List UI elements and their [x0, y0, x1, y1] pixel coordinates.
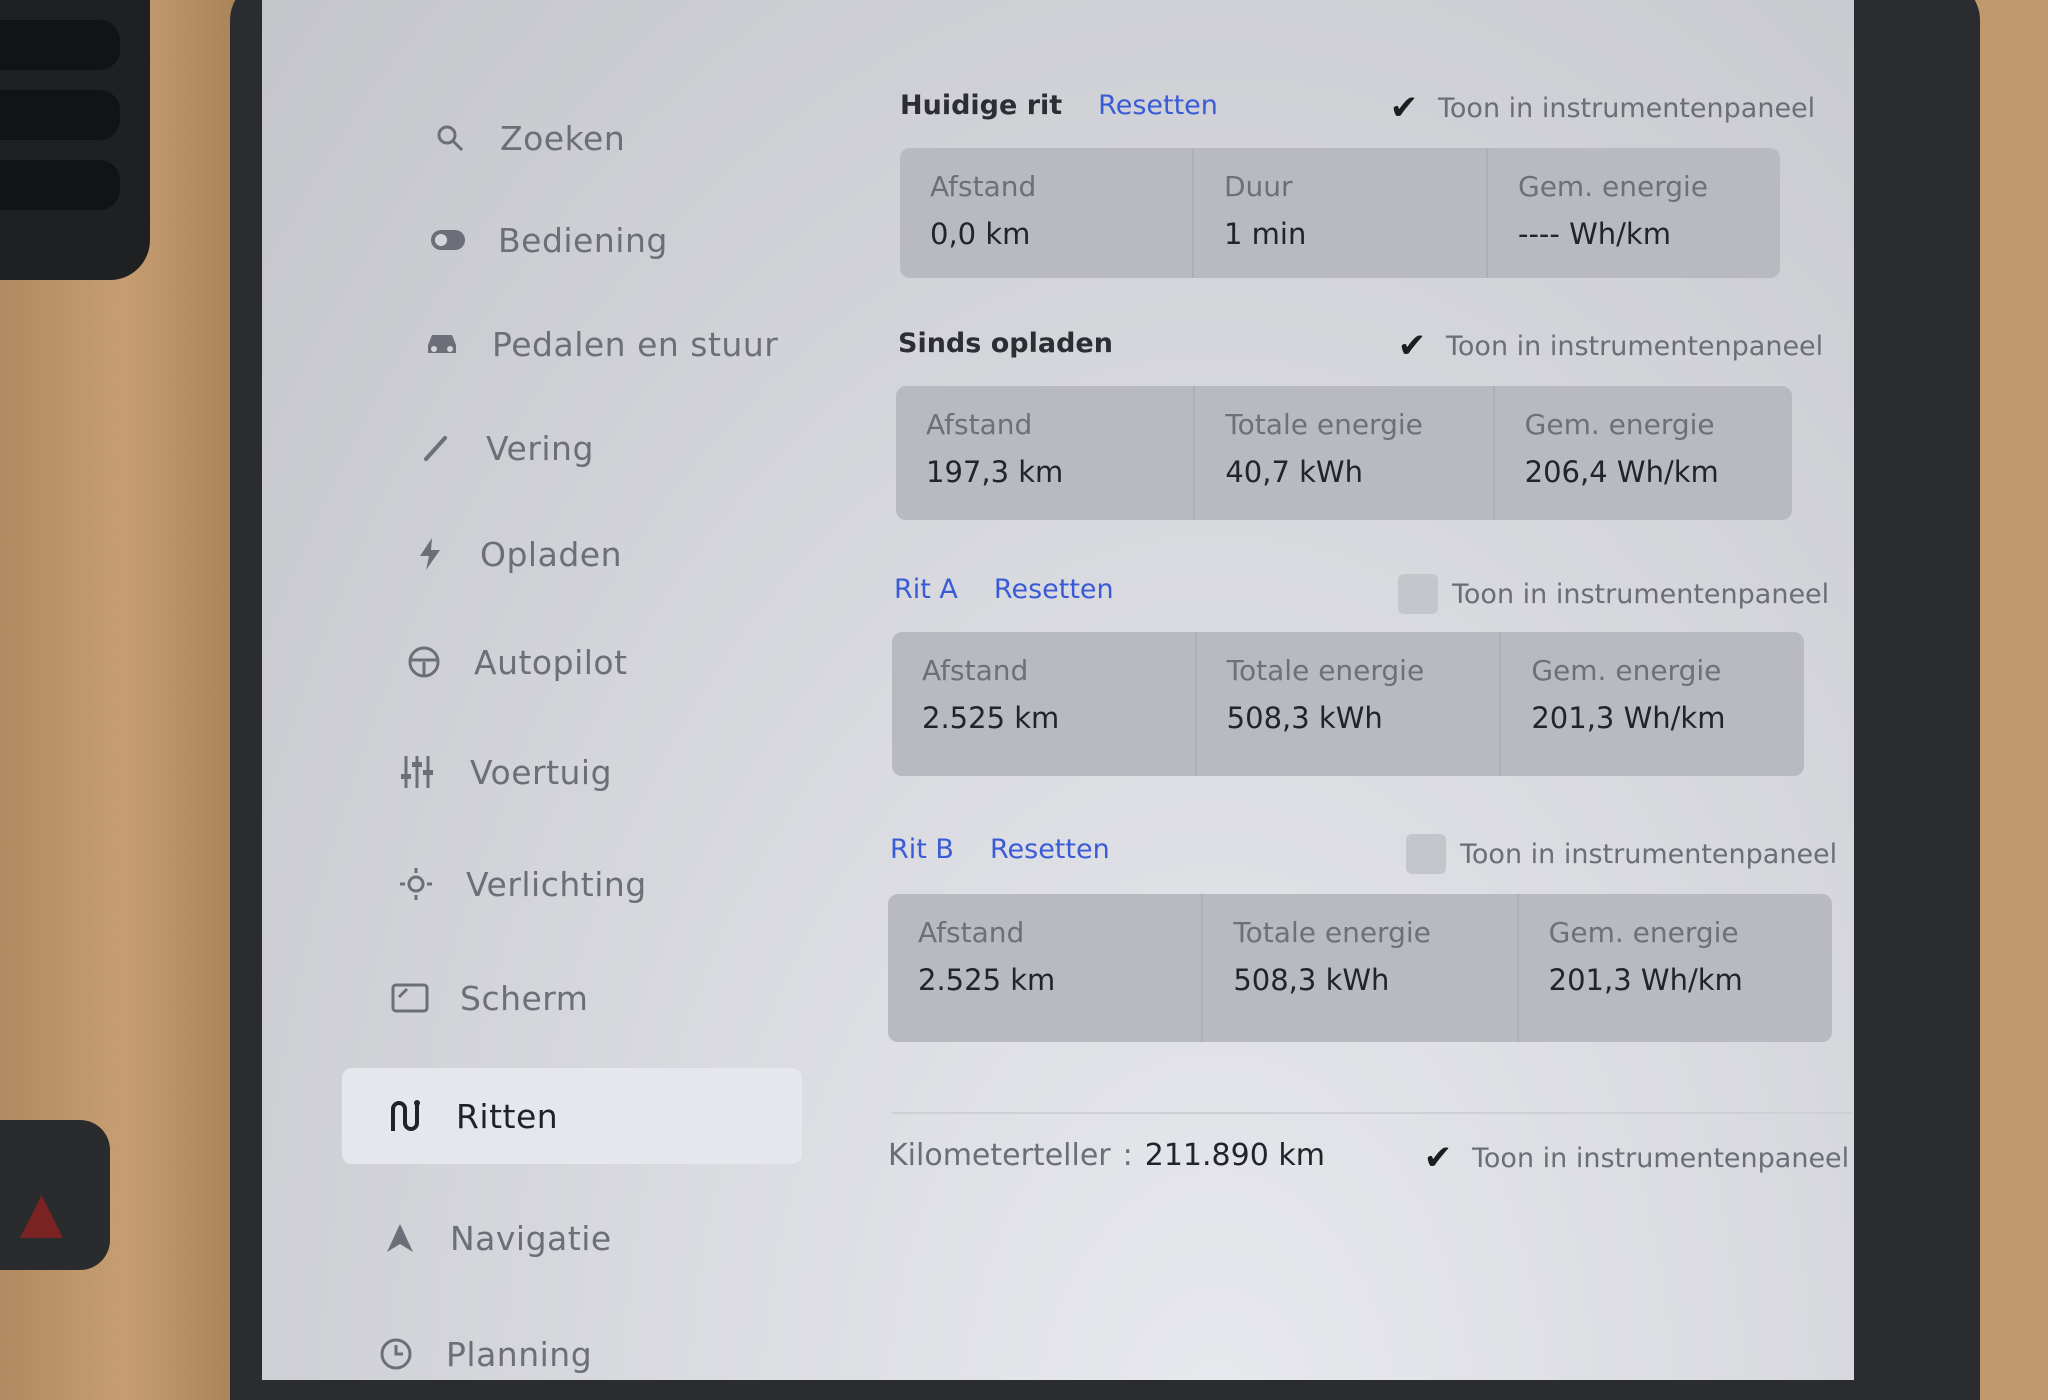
- stat-label: Gem. energie: [1548, 916, 1739, 949]
- odometer-separator: :: [1122, 1138, 1133, 1173]
- divider: [892, 1112, 1852, 1114]
- toggle-trip-b[interactable]: Toon in instrumentenpaneel: [1406, 834, 1837, 874]
- trip-a-card: Afstand 2.525 km Totale energie 508,3 kW…: [892, 632, 1804, 776]
- toggle-current-trip[interactable]: ✔ Toon in instrumentenpaneel: [1384, 88, 1815, 128]
- section-title: Rit B: [890, 834, 954, 865]
- section-title: Sinds opladen: [898, 328, 1113, 359]
- stat-label: Duur: [1224, 170, 1293, 203]
- stat-value: 201,3 Wh/km: [1531, 701, 1726, 735]
- stat-value: 508,3 kWh: [1226, 701, 1383, 735]
- stat-label: Gem. energie: [1531, 654, 1722, 687]
- toggle-odometer[interactable]: ✔ Toon in instrumentenpaneel: [1418, 1138, 1849, 1178]
- stat-cell: Totale energie 508,3 kWh: [1203, 894, 1519, 1042]
- stat-value: 206,4 Wh/km: [1524, 455, 1719, 489]
- stat-label: Gem. energie: [1518, 170, 1708, 203]
- stat-label: Totale energie: [1233, 916, 1431, 949]
- section-header-since-charge: Sinds opladen: [898, 328, 1113, 359]
- touchscreen: Zoeken Bediening Pedalen en stuur Vering: [262, 0, 1854, 1380]
- hazard-icon: ▲: [20, 1180, 64, 1245]
- hazard-button[interactable]: ▲: [0, 1120, 110, 1270]
- reset-trip-b-button[interactable]: Resetten: [990, 834, 1110, 865]
- reset-current-trip-button[interactable]: Resetten: [1098, 90, 1218, 121]
- trips-panel: Huidige rit Resetten ✔ Toon in instrumen…: [262, 0, 1854, 1380]
- stat-value: 2.525 km: [922, 701, 1060, 735]
- stat-label: Afstand: [926, 408, 1033, 441]
- stat-value: 0,0 km: [930, 217, 1031, 251]
- stat-label: Gem. energie: [1524, 408, 1715, 441]
- section-title: Rit A: [894, 574, 958, 605]
- section-header-trip-b: Rit B Resetten: [890, 834, 1110, 865]
- stat-cell: Duur 1 min: [1194, 148, 1488, 278]
- stat-value: 508,3 kWh: [1233, 963, 1390, 997]
- checkbox-unchecked-icon[interactable]: [1398, 574, 1438, 614]
- stat-cell: Totale energie 40,7 kWh: [1195, 386, 1495, 520]
- air-vent: [0, 0, 150, 280]
- stat-value: 1 min: [1224, 217, 1307, 251]
- stat-cell: Gem. energie 201,3 Wh/km: [1501, 632, 1804, 776]
- checkbox-checked-icon[interactable]: ✔: [1392, 326, 1432, 366]
- stat-cell: Gem. energie 201,3 Wh/km: [1519, 894, 1832, 1042]
- stat-value: 2.525 km: [918, 963, 1056, 997]
- odometer-value: 211.890 km: [1144, 1138, 1325, 1173]
- section-title: Huidige rit: [900, 90, 1063, 121]
- stat-cell: Afstand 2.525 km: [888, 894, 1204, 1042]
- stat-value: 40,7 kWh: [1225, 455, 1363, 489]
- stat-label: Totale energie: [1226, 654, 1425, 687]
- stat-cell: Afstand 2.525 km: [892, 632, 1197, 776]
- section-header-current-trip: Huidige rit Resetten: [900, 90, 1218, 121]
- checkbox-checked-icon[interactable]: ✔: [1418, 1138, 1458, 1178]
- stat-cell: Totale energie 508,3 kWh: [1197, 632, 1502, 776]
- toggle-label: Toon in instrumentenpaneel: [1460, 838, 1838, 870]
- toggle-label: Toon in instrumentenpaneel: [1452, 578, 1830, 610]
- toggle-label: Toon in instrumentenpaneel: [1438, 92, 1816, 124]
- since-charge-card: Afstand 197,3 km Totale energie 40,7 kWh…: [896, 386, 1792, 520]
- stat-value: ---- Wh/km: [1518, 217, 1671, 251]
- current-trip-card: Afstand 0,0 km Duur 1 min Gem. energie -…: [900, 148, 1780, 278]
- stat-cell: Afstand 0,0 km: [900, 148, 1194, 278]
- stat-label: Afstand: [922, 654, 1029, 687]
- toggle-label: Toon in instrumentenpaneel: [1472, 1142, 1850, 1174]
- odometer-label: Kilometerteller: [888, 1138, 1111, 1173]
- stat-label: Afstand: [930, 170, 1037, 203]
- stat-cell: Afstand 197,3 km: [896, 386, 1196, 520]
- reset-trip-a-button[interactable]: Resetten: [994, 574, 1114, 605]
- toggle-since-charge[interactable]: ✔ Toon in instrumentenpaneel: [1392, 326, 1823, 366]
- checkbox-unchecked-icon[interactable]: [1406, 834, 1446, 874]
- trip-b-card: Afstand 2.525 km Totale energie 508,3 kW…: [888, 894, 1832, 1042]
- stat-cell: Gem. energie ---- Wh/km: [1488, 148, 1780, 278]
- checkbox-checked-icon[interactable]: ✔: [1384, 88, 1424, 128]
- stat-cell: Gem. energie 206,4 Wh/km: [1495, 386, 1792, 520]
- section-header-trip-a: Rit A Resetten: [894, 574, 1114, 605]
- toggle-trip-a[interactable]: Toon in instrumentenpaneel: [1398, 574, 1829, 614]
- odometer-readout: Kilometerteller : 211.890 km: [888, 1138, 1325, 1173]
- stat-value: 201,3 Wh/km: [1548, 963, 1743, 997]
- stat-value: 197,3 km: [926, 455, 1064, 489]
- stat-label: Afstand: [918, 916, 1025, 949]
- stat-label: Totale energie: [1225, 408, 1423, 441]
- toggle-label: Toon in instrumentenpaneel: [1446, 330, 1824, 362]
